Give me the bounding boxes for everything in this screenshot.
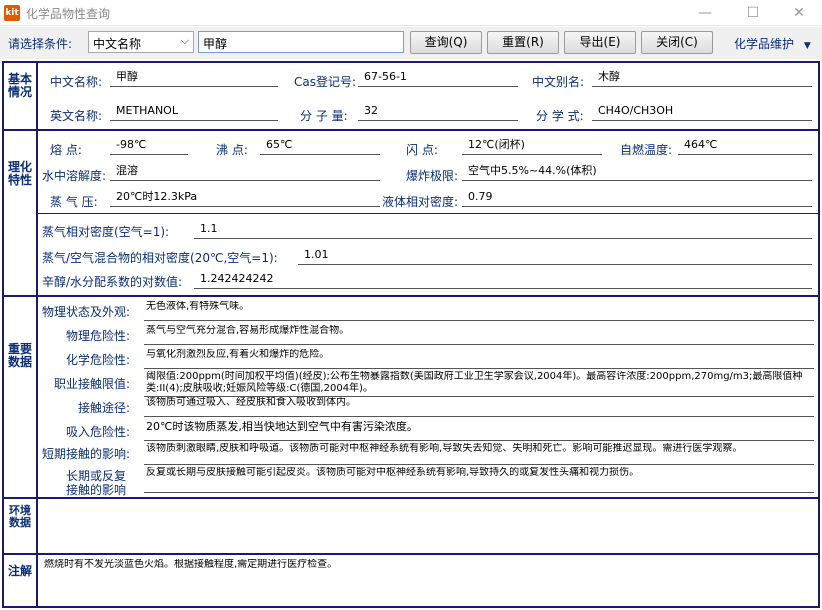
- maximize-button[interactable]: ☐: [730, 0, 776, 26]
- chevron-down-icon: ⌵: [180, 34, 189, 47]
- long-term-field[interactable]: 反复或长期与皮肤接触可能引起皮炎。该物质可能对中枢神经系统有影响,导致持久的或复…: [144, 467, 814, 493]
- search-input[interactable]: 甲醇: [198, 31, 404, 53]
- close-window-button[interactable]: ✕: [776, 0, 822, 26]
- maintenance-menu-label: 化学品维护: [734, 37, 795, 51]
- short-term-field[interactable]: 该物质刺激眼睛,皮肤和呼吸道。该物质可能对中枢神经系统有影响,导致失去知觉、失明…: [144, 443, 814, 465]
- environment-field[interactable]: [42, 503, 812, 547]
- detail-panel: 基本情况 中文名称: 甲醇 Cas登记号: 67-56-1 中文别名: 木醇 英…: [2, 61, 820, 608]
- autoignition-field[interactable]: 464℃: [678, 137, 812, 155]
- section-label-environment: 环境数据: [4, 499, 38, 553]
- melting-label: 熔 点:: [50, 143, 82, 157]
- melting-field[interactable]: -98℃: [110, 137, 188, 155]
- solubility-field[interactable]: 混溶: [110, 163, 380, 181]
- route-field[interactable]: 该物质可通过吸入、经皮肤和食入吸收到体内。: [144, 397, 814, 417]
- flash-label: 闪 点:: [406, 143, 438, 157]
- inhalation-field[interactable]: 20℃时该物质蒸发,相当快地达到空气中有害污染浓度。: [144, 421, 814, 441]
- condition-selected-value: 中文名称: [93, 37, 142, 51]
- query-button[interactable]: 查询(Q): [410, 31, 482, 54]
- en-name-label: 英文名称:: [50, 109, 103, 123]
- notes-field[interactable]: 燃烧时有不发光淡蓝色火焰。根据接触程度,需定期进行医疗检查。: [42, 559, 812, 603]
- app-logo-icon: kit: [4, 5, 20, 21]
- close-button[interactable]: 关闭(C): [641, 31, 713, 54]
- dropdown-arrow-icon: ▼: [803, 41, 811, 51]
- cn-name-label: 中文名称:: [50, 75, 103, 89]
- divider: [38, 213, 818, 214]
- phys-hazard-field[interactable]: 蒸气与空气充分混合,容易形成爆炸性混合物。: [144, 325, 814, 345]
- logp-label: 辛醇/水分配系数的对数值:: [42, 275, 183, 289]
- short-term-label: 短期接触的影响:: [42, 447, 131, 461]
- mw-field[interactable]: 32: [358, 103, 518, 121]
- state-label: 物理状态及外观:: [42, 305, 131, 319]
- explosion-field[interactable]: 空气中5.5%~44.%(体积): [462, 163, 812, 181]
- mw-label: 分 子 量:: [300, 109, 348, 123]
- window-title: 化学品物性查询: [26, 7, 111, 21]
- cas-field[interactable]: 67-56-1: [358, 69, 518, 87]
- state-field[interactable]: 无色液体,有特殊气味。: [144, 301, 814, 321]
- section-label-basic: 基本情况: [4, 63, 38, 129]
- formula-field[interactable]: CH4O/CH3OH: [592, 103, 812, 121]
- flash-field[interactable]: 12℃(闭杯): [462, 137, 602, 155]
- alias-label: 中文别名:: [532, 75, 585, 89]
- solubility-label: 水中溶解度:: [42, 169, 107, 183]
- divider: [4, 497, 818, 499]
- minimize-button[interactable]: —: [682, 0, 728, 26]
- condition-label: 请选择条件:: [8, 37, 73, 51]
- liquid-density-field[interactable]: 0.79: [462, 189, 812, 207]
- vapor-pressure-label: 蒸 气 压:: [50, 195, 98, 209]
- divider: [4, 129, 818, 131]
- formula-label: 分 学 式:: [536, 109, 584, 123]
- export-button[interactable]: 导出(E): [564, 31, 636, 54]
- exposure-limit-field[interactable]: 阈限值:200ppm(时间加权平均值)(经皮);公布生物暴露指数(美国政府工业卫…: [144, 371, 814, 397]
- reset-button[interactable]: 重置(R): [487, 31, 559, 54]
- divider: [4, 295, 818, 297]
- toolbar: 请选择条件: 中文名称 ⌵ 甲醇 查询(Q) 重置(R) 导出(E) 关闭(C)…: [0, 27, 822, 59]
- vapor-density-field[interactable]: 1.1: [194, 221, 812, 239]
- boiling-field[interactable]: 65℃: [260, 137, 380, 155]
- cn-name-field[interactable]: 甲醇: [110, 69, 278, 87]
- maintenance-menu[interactable]: 化学品维护 ▼: [734, 35, 811, 52]
- vapor-density-label: 蒸气相对密度(空气=1):: [42, 225, 170, 239]
- chem-hazard-field[interactable]: 与氧化剂激烈反应,有着火和爆炸的危险。: [144, 349, 814, 369]
- divider: [4, 553, 818, 555]
- mixture-density-field[interactable]: 1.01: [298, 247, 812, 265]
- title-bar: kit 化学品物性查询 — ☐ ✕: [0, 0, 822, 26]
- condition-select[interactable]: 中文名称 ⌵: [88, 31, 194, 53]
- section-label-important: 重要数据: [4, 297, 38, 497]
- section-label-physchem: 理化特性: [4, 131, 38, 295]
- mixture-density-label: 蒸气/空气混合物的相对密度(20℃,空气=1):: [42, 251, 278, 265]
- alias-field[interactable]: 木醇: [592, 69, 812, 87]
- phys-hazard-label: 物理危险性:: [66, 329, 131, 343]
- explosion-label: 爆炸极限:: [406, 169, 459, 183]
- exposure-limit-label: 职业接触限值:: [54, 377, 131, 391]
- inhalation-label: 吸入危险性:: [66, 425, 131, 439]
- en-name-field[interactable]: METHANOL: [110, 103, 278, 121]
- cas-label: Cas登记号:: [294, 75, 357, 89]
- boiling-label: 沸 点:: [216, 143, 248, 157]
- autoignition-label: 自燃温度:: [620, 143, 673, 157]
- route-label: 接触途径:: [78, 401, 131, 415]
- logp-field[interactable]: 1.242424242: [194, 271, 812, 289]
- chem-hazard-label: 化学危险性:: [66, 353, 131, 367]
- long-term-label-2: 接触的影响: [66, 483, 127, 497]
- section-label-notes: 注解: [4, 555, 38, 606]
- vapor-pressure-field[interactable]: 20℃时12.3kPa: [110, 189, 380, 207]
- liquid-density-label: 液体相对密度:: [382, 195, 459, 209]
